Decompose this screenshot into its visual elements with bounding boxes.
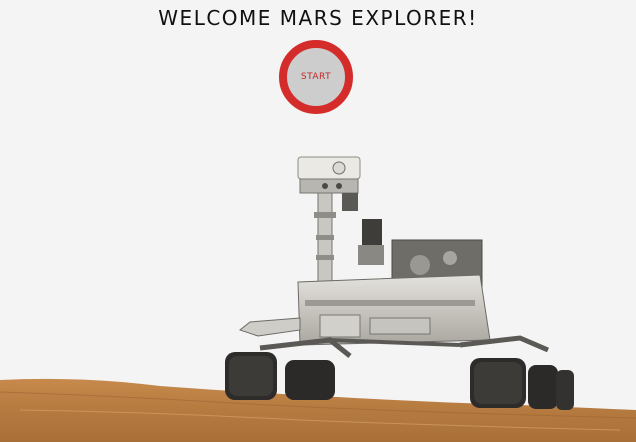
page-title: WELCOME MARS EXPLORER! [158,6,478,30]
mars-rover [225,156,574,410]
start-button[interactable]: START [279,40,353,114]
rover-mast-camera [297,156,361,180]
page: WELCOME MARS EXPLORER! START [0,0,636,442]
